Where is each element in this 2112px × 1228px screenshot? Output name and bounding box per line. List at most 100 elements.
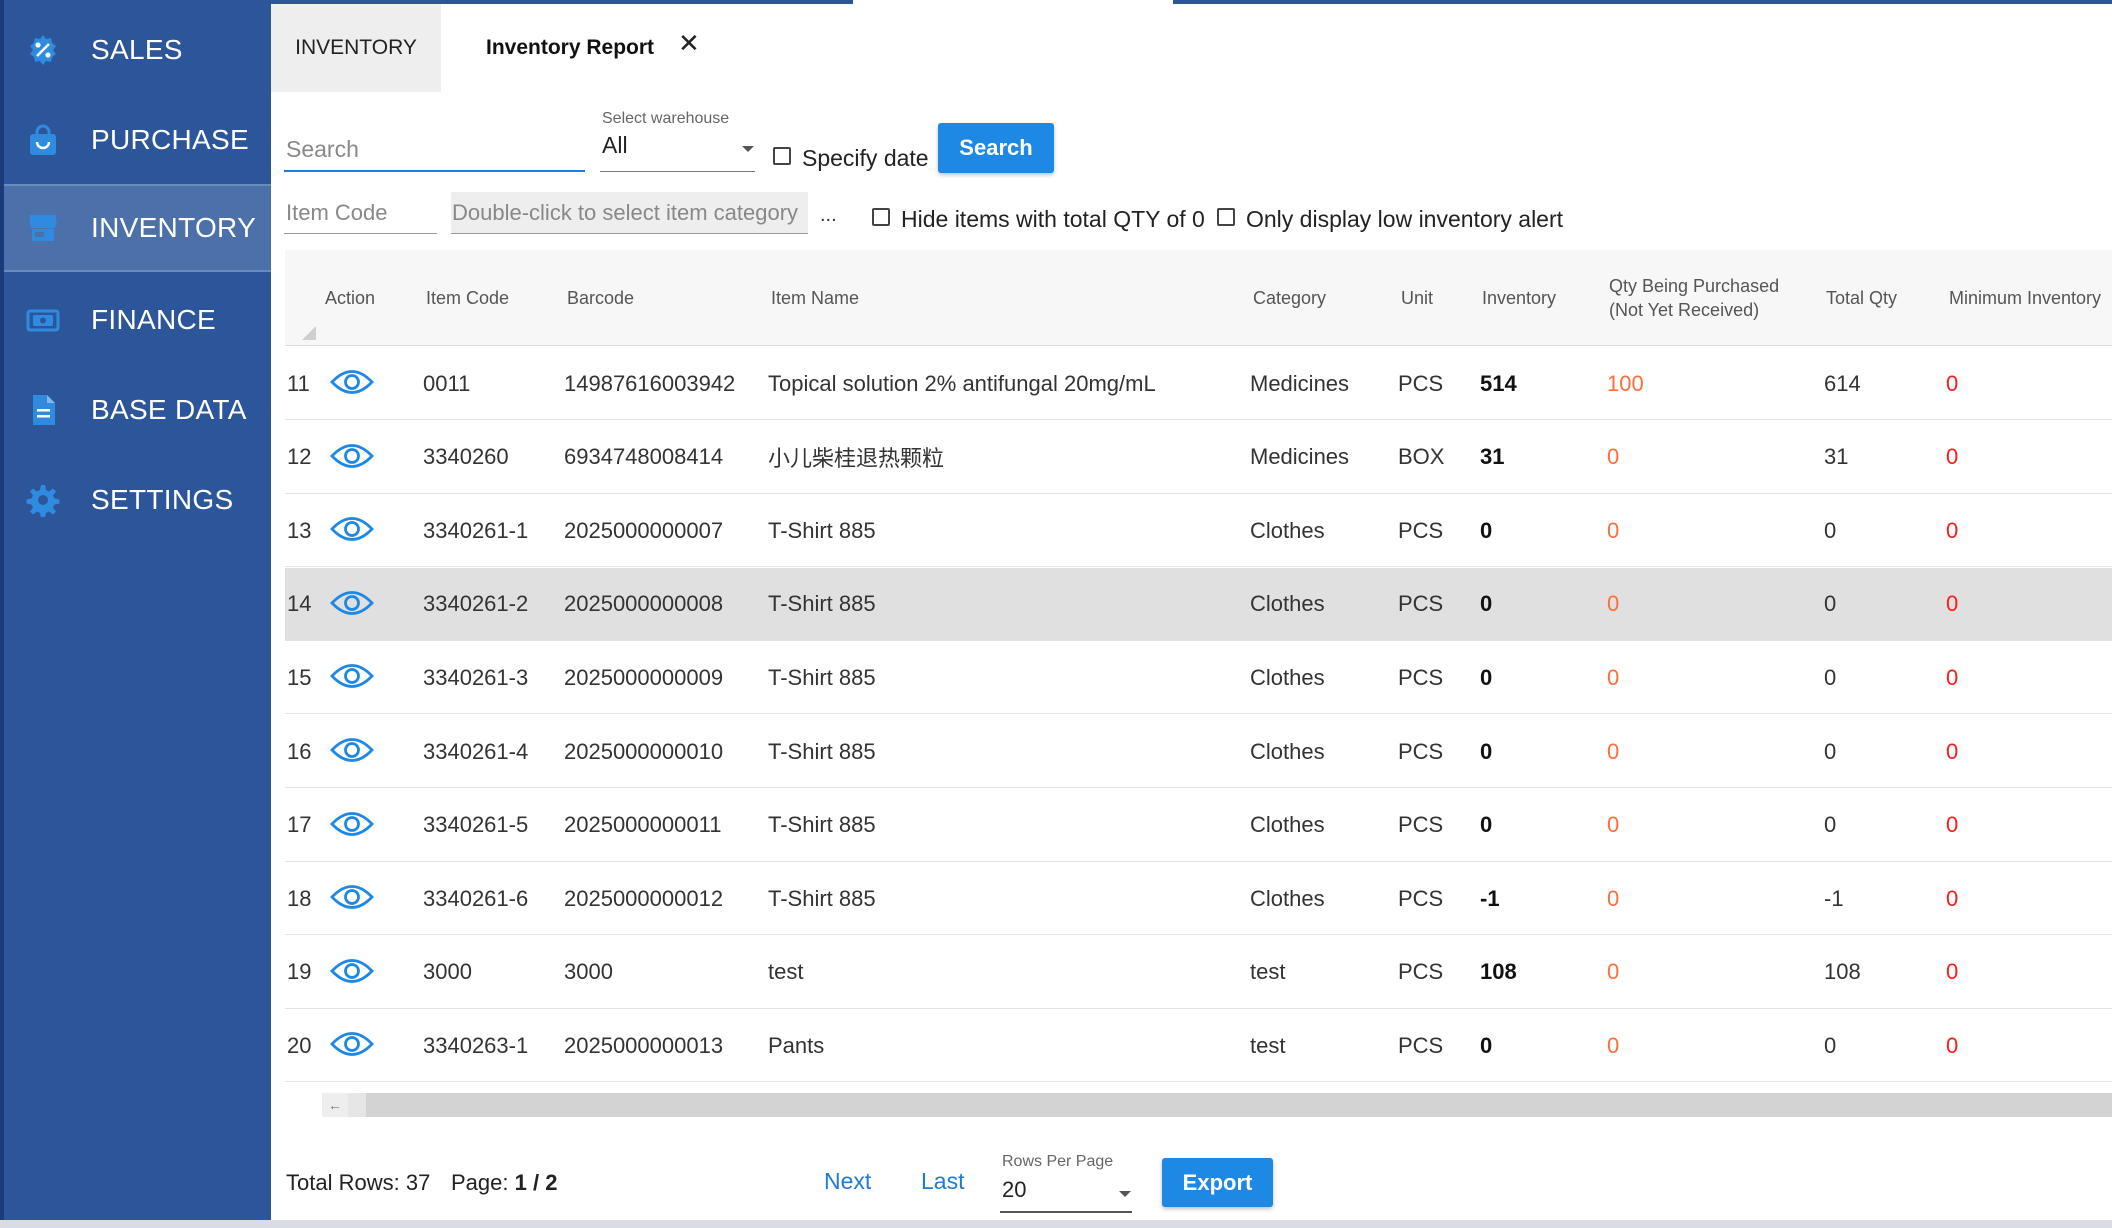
- cell-code: 0011: [423, 370, 471, 396]
- tab-inventory-report[interactable]: Inventory Report: [486, 4, 654, 92]
- cell-code: 3340260: [423, 444, 509, 470]
- cell-total: 0: [1824, 812, 1837, 838]
- cell-name: T-Shirt 885: [768, 517, 876, 543]
- page-indicator: Page: 1 / 2: [451, 1170, 557, 1196]
- eye-icon[interactable]: [330, 367, 374, 397]
- cell-category: test: [1250, 1032, 1286, 1058]
- cell-barcode: 2025000000013: [564, 1032, 724, 1058]
- table-row[interactable]: 14 3340261-2 2025000000008 T-Shirt 885 Cloth…: [285, 567, 2112, 641]
- eye-icon[interactable]: [330, 514, 374, 544]
- warehouse-select[interactable]: All: [600, 132, 755, 172]
- warehouse-value: All: [602, 132, 628, 158]
- table-row[interactable]: 19 3000 3000 test test PCS 108 0 108 0: [285, 935, 2112, 1009]
- cell-category: Clothes: [1250, 738, 1325, 764]
- store-icon: [26, 211, 60, 245]
- table-row[interactable]: 18 3340261-6 2025000000012 T-Shirt 885 Cloth…: [285, 862, 2112, 936]
- header-category[interactable]: Category: [1253, 286, 1326, 310]
- header-item-name[interactable]: Item Name: [771, 286, 859, 310]
- cell-inventory: 0: [1480, 517, 1493, 543]
- sidebar-item-inventory[interactable]: INVENTORY: [4, 184, 271, 272]
- item-code-input[interactable]: [284, 192, 437, 234]
- cell-purchasing: 0: [1607, 444, 1620, 470]
- table-row[interactable]: 13 3340261-1 2025000000007 T-Shirt 885 Cloth…: [285, 494, 2112, 568]
- eye-icon[interactable]: [330, 809, 374, 839]
- table-row[interactable]: 11 0011 14987616003942 Topical solution 2% …: [285, 347, 2112, 420]
- cell-min: 0: [1946, 885, 1959, 911]
- table-row[interactable]: 17 3340261-5 2025000000011 T-Shirt 885 Cloth…: [285, 788, 2112, 862]
- cell-barcode: 2025000000008: [564, 591, 724, 617]
- cell-unit: PCS: [1398, 812, 1444, 838]
- cell-inventory: 31: [1480, 444, 1505, 470]
- cell-no: 16: [287, 738, 312, 764]
- cell-no: 17: [287, 812, 312, 838]
- eye-icon[interactable]: [330, 735, 374, 765]
- rows-per-page-select[interactable]: 20: [1000, 1177, 1132, 1213]
- sidebar-item-finance[interactable]: FINANCE: [4, 276, 271, 364]
- eye-icon[interactable]: [330, 956, 374, 986]
- export-button[interactable]: Export: [1162, 1158, 1273, 1207]
- eye-icon[interactable]: [330, 441, 374, 471]
- warehouse-label: Select warehouse: [602, 110, 730, 127]
- header-unit[interactable]: Unit: [1401, 286, 1433, 310]
- header-item-code[interactable]: Item Code: [426, 286, 509, 310]
- cell-inventory: 0: [1480, 664, 1493, 690]
- sidebar-item-label: INVENTORY: [91, 212, 257, 243]
- cell-category: Clothes: [1250, 812, 1325, 838]
- eye-icon[interactable]: [330, 588, 374, 618]
- header-inventory[interactable]: Inventory: [1482, 286, 1556, 310]
- chevron-down-icon: [742, 146, 754, 152]
- cell-total: 0: [1824, 738, 1837, 764]
- tab-inventory[interactable]: INVENTORY: [271, 4, 441, 92]
- hide-zero-checkbox[interactable]: [872, 208, 890, 226]
- eye-icon[interactable]: [330, 661, 374, 691]
- eye-icon[interactable]: [330, 1029, 374, 1059]
- cell-total: 0: [1824, 664, 1837, 690]
- search-button[interactable]: Search: [938, 123, 1054, 173]
- header-min-inventory[interactable]: Minimum Inventory: [1949, 286, 2101, 310]
- sidebar-item-label: BASE DATA: [91, 394, 247, 425]
- cell-code: 3340261-6: [423, 885, 529, 911]
- low-alert-checkbox[interactable]: [1217, 208, 1235, 226]
- close-icon[interactable]: ✕: [678, 28, 700, 59]
- table-row[interactable]: 20 3340263-1 2025000000013 Pants test PCS 0 0 0 0: [285, 1009, 2112, 1083]
- header-barcode[interactable]: Barcode: [567, 286, 634, 310]
- cell-min: 0: [1946, 444, 1959, 470]
- sidebar-item-sales[interactable]: SALES: [4, 6, 271, 94]
- header-action[interactable]: Action: [325, 286, 375, 310]
- table-row[interactable]: 12 3340260 6934748008414 小儿柴桂退热颗粒 Medicines B…: [285, 420, 2112, 494]
- cell-purchasing: 0: [1607, 517, 1620, 543]
- table-row[interactable]: 15 3340261-3 2025000000009 T-Shirt 885 Cloth…: [285, 641, 2112, 715]
- sidebar-item-label: PURCHASE: [91, 124, 249, 155]
- cell-purchasing: 0: [1607, 738, 1620, 764]
- next-page-link[interactable]: Next: [824, 1168, 871, 1195]
- last-page-link[interactable]: Last: [921, 1168, 964, 1195]
- cell-name: T-Shirt 885: [768, 738, 876, 764]
- horizontal-scrollbar[interactable]: ←: [322, 1093, 2112, 1117]
- cell-code: 3340263-1: [423, 1032, 529, 1058]
- item-category-input[interactable]: Double-click to select item category: [451, 192, 808, 234]
- sidebar-item-purchase[interactable]: PURCHASE: [4, 96, 271, 184]
- rows-per-page-label: Rows Per Page: [1002, 1153, 1114, 1170]
- resize-corner-icon: [302, 326, 316, 340]
- sidebar-item-base-data[interactable]: BASE DATA: [4, 366, 271, 454]
- eye-icon[interactable]: [330, 882, 374, 912]
- cell-barcode: 2025000000012: [564, 885, 724, 911]
- table-row[interactable]: 16 3340261-4 2025000000010 T-Shirt 885 Cloth…: [285, 715, 2112, 788]
- cell-purchasing: 0: [1607, 664, 1620, 690]
- header-qty-purchasing[interactable]: Qty Being Purchased (Not Yet Received): [1609, 274, 1779, 322]
- category-more-button[interactable]: ...: [820, 204, 837, 227]
- rows-per-page-value: 20: [1002, 1177, 1027, 1202]
- scrollbar-thumb[interactable]: [366, 1093, 2112, 1117]
- cell-min: 0: [1946, 1032, 1959, 1058]
- cell-unit: PCS: [1398, 959, 1444, 985]
- cell-no: 11: [287, 370, 310, 396]
- cell-category: Medicines: [1250, 370, 1350, 396]
- search-input[interactable]: [284, 128, 585, 172]
- specify-date-checkbox[interactable]: [773, 147, 791, 165]
- scroll-left-button[interactable]: ←: [322, 1093, 348, 1117]
- header-total-qty[interactable]: Total Qty: [1826, 286, 1897, 310]
- cell-barcode: 14987616003942: [564, 370, 736, 396]
- sidebar-item-settings[interactable]: SETTINGS: [4, 456, 271, 544]
- cell-total: 614: [1824, 370, 1861, 396]
- cell-min: 0: [1946, 591, 1959, 617]
